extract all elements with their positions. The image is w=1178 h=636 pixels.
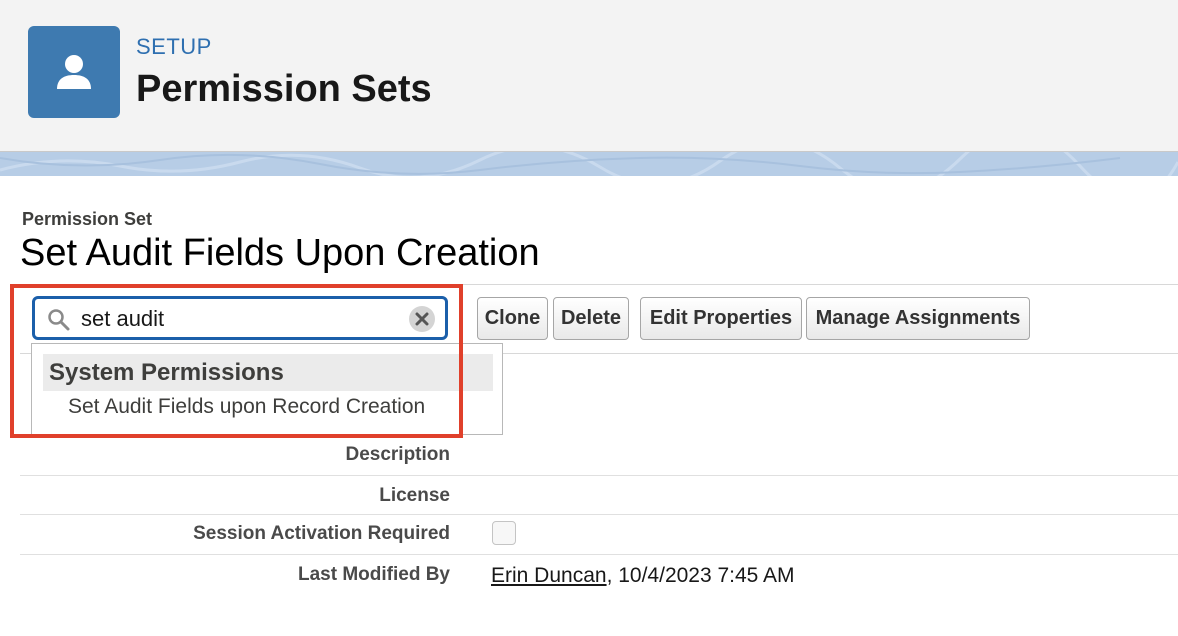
row-divider <box>20 475 1178 476</box>
user-icon <box>28 26 120 118</box>
edit-properties-button[interactable]: Edit Properties <box>640 297 802 340</box>
setup-label: SETUP <box>136 34 212 59</box>
last-modified-date: , 10/4/2023 7:45 AM <box>606 564 795 587</box>
highlight-box <box>10 284 463 438</box>
session-activation-label: Session Activation Required <box>193 523 450 544</box>
manage-assignments-button[interactable]: Manage Assignments <box>806 297 1030 340</box>
record-title: Set Audit Fields Upon Creation <box>20 232 540 274</box>
delete-button[interactable]: Delete <box>553 297 629 340</box>
license-label: License <box>379 485 450 506</box>
page-title: Permission Sets <box>136 68 432 110</box>
record-type-label: Permission Set <box>22 209 153 229</box>
clone-button[interactable]: Clone <box>477 297 548 340</box>
page-header: SETUP Permission Sets <box>0 0 1178 152</box>
row-divider <box>20 514 1178 515</box>
user-link[interactable]: Erin Duncan <box>491 564 607 587</box>
decorative-banner <box>0 152 1178 176</box>
last-modified-value: Erin Duncan, 10/4/2023 7:45 AM <box>491 564 795 588</box>
description-label: Description <box>345 444 450 465</box>
last-modified-label: Last Modified By <box>297 564 450 585</box>
row-divider <box>20 554 1178 555</box>
session-activation-checkbox[interactable] <box>492 521 516 545</box>
